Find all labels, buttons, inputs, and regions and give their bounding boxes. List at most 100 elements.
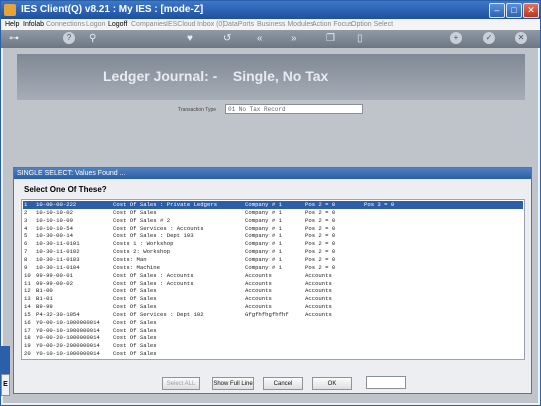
check-icon[interactable]: ✓ [483, 32, 495, 44]
list-item[interactable]: 13 B1-01 Cost Of Sales Accounts Accounts [23, 295, 523, 303]
list-cell-c4: Pos 2 = 0 [305, 216, 336, 224]
ok-button[interactable]: OK [312, 377, 352, 390]
list-item[interactable]: 8 10-30-11-0103 Costs: Man Company # 1 Pos 2… [23, 256, 523, 264]
menu-help[interactable]: Help [5, 19, 19, 30]
menu-companies[interactable]: Companies [131, 19, 166, 30]
list-cell-desc: Cost Of Sales [113, 287, 157, 295]
list-cell-desc: Costs 1 : Workshop [113, 240, 174, 248]
menu-logoff[interactable]: Logoff [108, 19, 127, 30]
list-cell-c4: Pos 2 = 0 [305, 255, 336, 263]
app-window: IES Client(Q) v8.21 : My IES : [mode-Z] … [0, 0, 541, 406]
list-cell-n: 9 [24, 263, 28, 271]
list-cell-code: 10-30-11-0104 [36, 263, 80, 271]
list-cell-n: 1 [24, 201, 28, 208]
list-cell-c4: Accounts [305, 271, 332, 279]
list-cell-code: 10-30-00-14 [36, 232, 73, 240]
list-cell-n: 20 [24, 350, 31, 358]
list-item[interactable]: 3 10-10-10-09 Cost Of Sales # 2 Company # 1… [23, 217, 523, 225]
rewind-icon[interactable]: « [257, 32, 263, 46]
menu-business-modules[interactable]: Business Modules [257, 19, 314, 30]
add-icon[interactable]: + [450, 32, 462, 44]
menu-inbox[interactable]: Inbox (0) [197, 19, 225, 30]
title-bar: IES Client(Q) v8.21 : My IES : [mode-Z] … [1, 1, 540, 19]
list-item[interactable]: 16 Y0-00-10-1000000014 Cost Of Sales [23, 319, 523, 327]
values-list[interactable]: 1 10-00-00-222 Cost Of Sales : Private Led… [21, 199, 525, 360]
header-banner: Ledger Journal: - Single, No Tax [17, 54, 525, 100]
cancel-button[interactable]: Cancel [263, 377, 303, 390]
menu-option-select[interactable]: Option Select [351, 19, 393, 30]
list-cell-c4: Accounts [305, 287, 332, 295]
list-item[interactable]: 9 10-30-11-0104 Costs: Machine Company # 1 P… [23, 264, 523, 272]
list-cell-code: 10-10-10-54 [36, 224, 73, 232]
list-cell-n: 8 [24, 255, 28, 263]
list-cell-c3: Accounts [245, 271, 272, 279]
list-item[interactable]: 15 P4-32-30-1054 Cost Of Services : Dept 1… [23, 311, 523, 319]
list-cell-c4: Accounts [305, 303, 332, 311]
menu-dataports[interactable]: DataPorts [223, 19, 254, 30]
list-item[interactable]: 6 10-30-11-0101 Costs 1 : Workshop Company … [23, 240, 523, 248]
list-cell-desc: Cost Of Services : Dept 102 [113, 310, 204, 318]
list-cell-code: B9-99 [36, 303, 53, 311]
list-cell-desc: Cost Of Sales : Accounts [113, 271, 194, 279]
list-cell-n: 15 [24, 310, 31, 318]
transaction-type-field[interactable]: 01 No Tax Record [225, 104, 363, 114]
list-item[interactable]: 14 B9-99 Cost Of Sales Accounts Accounts [23, 303, 523, 311]
menu-iescloud[interactable]: IESCloud [166, 19, 196, 30]
side-panel-button[interactable]: E [1, 374, 10, 396]
list-item[interactable]: 19 Y0-00-20-2000000014 Cost Of Sales [23, 342, 523, 350]
list-cell-c3: Company # 1 [245, 224, 282, 232]
list-cell-c3: Company # 1 [245, 232, 282, 240]
close-icon[interactable]: ✕ [515, 32, 527, 44]
list-cell-n: 17 [24, 326, 31, 334]
forward-icon[interactable]: » [291, 32, 297, 46]
list-item[interactable]: 18 Y0-00-20-1000000014 Cost Of Sales [23, 334, 523, 342]
list-cell-n: 7 [24, 248, 28, 256]
copy-icon[interactable]: ❐ [326, 32, 335, 46]
list-item[interactable]: 1 10-00-00-222 Cost Of Sales : Private Led… [23, 201, 523, 209]
list-cell-n: 12 [24, 287, 31, 295]
menu-infolab[interactable]: Infolab [23, 19, 44, 30]
list-item[interactable]: 5 10-30-00-14 Cost Of Sales : Dept 103 Comp… [23, 232, 523, 240]
list-cell-c4: Pos 2 = 0 [305, 263, 336, 271]
list-cell-desc: Cost Of Sales [113, 334, 157, 342]
list-cell-n: 5 [24, 232, 28, 240]
bin-icon[interactable]: ▯ [357, 32, 363, 46]
list-cell-c3: Accounts [245, 287, 272, 295]
minimize-button[interactable]: – [489, 3, 505, 18]
list-cell-desc: Cost Of Sales : Dept 103 [113, 232, 194, 240]
selection-input[interactable] [366, 376, 406, 389]
list-item[interactable]: 2 10-10-10-02 Cost Of Sales Company # 1 Pos … [23, 209, 523, 217]
key-icon[interactable]: ⊶ [9, 32, 19, 46]
menu-logon[interactable]: Logon [86, 19, 105, 30]
app-icon [4, 4, 16, 16]
search-icon[interactable]: ⚲ [89, 32, 96, 46]
list-item[interactable]: 10 99-99-00-01 Cost Of Sales : Accounts Acc… [23, 272, 523, 280]
transaction-type-label: Transaction Type [178, 107, 217, 113]
show-full-line-button[interactable]: Show Full Line [212, 377, 254, 390]
list-item[interactable]: 7 10-30-11-0102 Costs 2: Workshop Company #… [23, 248, 523, 256]
close-window-button[interactable]: ✕ [523, 3, 539, 18]
list-item[interactable]: 11 99-99-00-02 Cost Of Sales : Accounts Acc… [23, 280, 523, 288]
list-item[interactable]: 4 10-10-10-54 Cost Of Services : Accounts C… [23, 225, 523, 233]
select-all-button[interactable]: Select ALL [162, 377, 200, 390]
list-cell-desc: Cost Of Sales [113, 342, 157, 350]
list-cell-code: 10-30-11-0101 [36, 240, 80, 248]
list-item[interactable]: 12 B1-00 Cost Of Sales Accounts Accounts [23, 287, 523, 295]
list-cell-c4: Pos 2 = 0 [305, 208, 336, 216]
undo-icon[interactable]: ↺ [223, 32, 231, 46]
menu-connections[interactable]: Connections [46, 19, 85, 30]
toolbar: ⊶ ? ⚲ ♥ ↺ « » ❐ ▯ + ✓ ✕ [1, 30, 540, 48]
list-cell-desc: Cost Of Sales [113, 208, 157, 216]
list-cell-c3: Company # 1 [245, 201, 282, 208]
list-item[interactable]: 17 Y0-00-10-1000000014 Cost Of Sales [23, 327, 523, 335]
list-cell-desc: Costs 2: Workshop [113, 248, 171, 256]
menu-action-focus[interactable]: Action Focus [312, 19, 352, 30]
help-icon[interactable]: ? [63, 32, 75, 44]
list-cell-code: Y0-10-10-1000000014 [36, 350, 100, 358]
list-cell-c4: Pos 2 = 0 [305, 232, 336, 240]
heart-icon[interactable]: ♥ [187, 32, 193, 46]
maximize-button[interactable]: □ [506, 3, 522, 18]
list-cell-c4: Pos 2 = 0 [305, 201, 336, 208]
list-item[interactable]: 20 Y0-10-10-1000000014 Cost Of Sales [23, 350, 523, 358]
menu-bar: Help Infolab Connections Logon Logoff Co… [1, 19, 540, 30]
